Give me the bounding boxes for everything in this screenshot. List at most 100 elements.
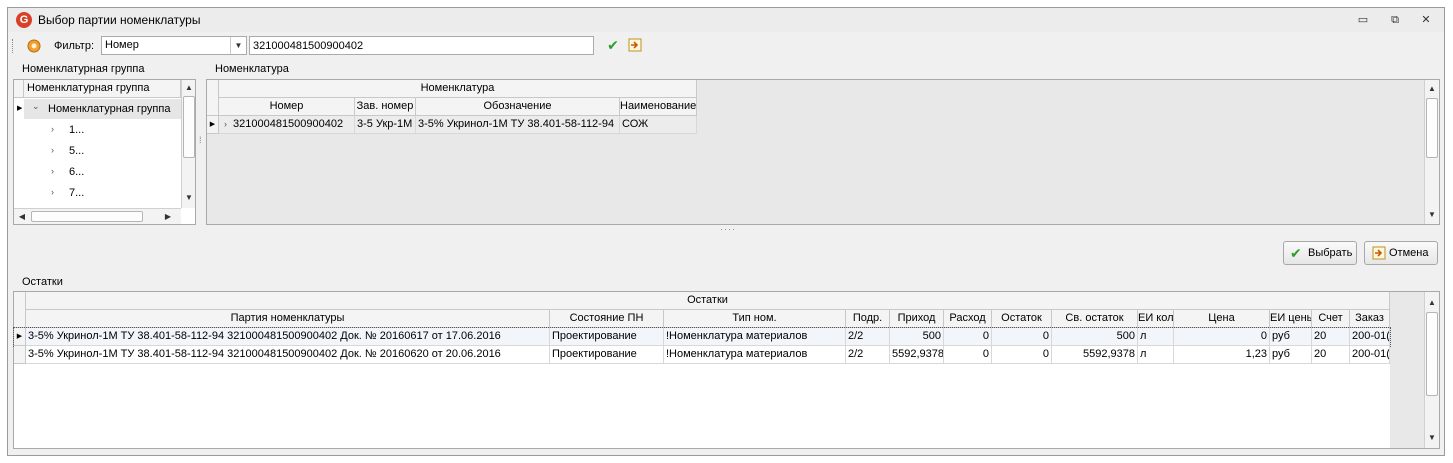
filter-value-input[interactable]: [249, 36, 594, 55]
expand-icon[interactable]: ›: [51, 166, 54, 176]
chevron-down-icon[interactable]: ▼: [230, 37, 246, 54]
tree-node-root[interactable]: ⌄ Номенклатурная группа: [24, 99, 181, 119]
scroll-down-icon[interactable]: ▼: [1426, 210, 1438, 220]
cell-account: 20: [1312, 328, 1350, 346]
expand-icon[interactable]: ›: [224, 119, 227, 129]
column-header[interactable]: Расход: [944, 310, 992, 328]
row-indicator-icon: ▶: [207, 116, 219, 134]
filter-field-select[interactable]: Номер ▼: [101, 36, 247, 55]
stock-panel-title: Остатки: [22, 276, 63, 288]
column-header[interactable]: Счет: [1312, 310, 1350, 328]
toolbar-grip[interactable]: [12, 39, 15, 53]
cell-price-unit: руб: [1270, 346, 1312, 364]
filter-label: Фильтр:: [54, 40, 95, 52]
table-row[interactable]: ▶ 3-5% Укринол-1М ТУ 38.401-58-112-94 32…: [13, 327, 1391, 347]
cancel-button-label: Отмена: [1389, 247, 1429, 259]
cell-expense: 0: [944, 328, 992, 346]
tree-node-label: 7...: [69, 187, 85, 199]
expand-icon[interactable]: ›: [51, 145, 54, 155]
app-logo-icon: G: [16, 12, 32, 28]
cell-price-unit: руб: [1270, 328, 1312, 346]
scroll-thumb[interactable]: [31, 211, 143, 222]
scroll-down-icon[interactable]: ▼: [1426, 433, 1438, 443]
row-indicator-icon: ▶: [17, 105, 23, 112]
scroll-thumb[interactable]: [183, 96, 195, 158]
scroll-up-icon[interactable]: ▲: [1426, 298, 1438, 308]
column-header[interactable]: Приход: [890, 310, 944, 328]
table-row[interactable]: 3-5% Укринол-1М ТУ 38.401-58-112-94 3210…: [14, 346, 1390, 364]
title-bar: G Выбор партии номенклатуры ▭ ⧉ ✕: [8, 8, 1444, 32]
cell-serial: 3-5 Укр-1М: [355, 116, 416, 134]
restore-button[interactable]: ⧉: [1385, 12, 1405, 28]
clear-filter-icon[interactable]: [627, 37, 643, 53]
expand-icon[interactable]: ›: [51, 187, 54, 197]
column-header[interactable]: Состояние ПН: [550, 310, 664, 328]
scroll-thumb[interactable]: [1426, 312, 1438, 396]
nomenclature-band-header: Номенклатура: [219, 80, 697, 98]
stock-vertical-scrollbar[interactable]: ▲ ▼: [1424, 292, 1439, 448]
column-header[interactable]: Номер: [219, 98, 355, 116]
select-button-label: Выбрать: [1308, 247, 1353, 259]
select-button[interactable]: ✔ Выбрать: [1283, 241, 1357, 265]
group-tree-header[interactable]: Номенклатурная группа: [24, 80, 181, 98]
tree-node[interactable]: › 6...: [51, 162, 179, 182]
column-header[interactable]: ЕИ кол: [1138, 310, 1174, 328]
group-vertical-scrollbar[interactable]: ▲ ▼: [181, 80, 195, 208]
group-horizontal-scrollbar[interactable]: ◀ ▶: [14, 208, 181, 224]
cell-batch: 3-5% Укринол-1М ТУ 38.401-58-112-94 3210…: [26, 328, 550, 346]
table-row[interactable]: ▶ › 321000481500900402 3-5 Укр-1М 3-5% Ук…: [207, 116, 697, 134]
scroll-down-icon[interactable]: ▼: [183, 193, 195, 203]
vertical-splitter[interactable]: ⁞: [199, 136, 202, 145]
cell-income: 5592,9378: [890, 346, 944, 364]
column-header[interactable]: Подр.: [846, 310, 890, 328]
column-header[interactable]: Наименование: [620, 98, 697, 116]
filter-settings-icon[interactable]: [25, 38, 43, 54]
tree-node[interactable]: › 7...: [51, 183, 179, 203]
cell-division: 2/2: [846, 346, 890, 364]
nomenclature-panel-title: Номенклатура: [215, 63, 289, 75]
checkmark-icon: ✔: [1290, 245, 1302, 261]
group-tree: Номенклатурная группа ▶ ⌄ Номенклатурная…: [13, 79, 196, 225]
column-header[interactable]: Зав. номер: [355, 98, 416, 116]
scroll-up-icon[interactable]: ▲: [183, 83, 195, 93]
column-header[interactable]: Тип ном.: [664, 310, 846, 328]
column-header[interactable]: Св. остаток: [1052, 310, 1138, 328]
filter-field-value: Номер: [105, 39, 139, 51]
scroll-right-icon[interactable]: ▶: [163, 212, 173, 222]
nomenclature-vertical-scrollbar[interactable]: ▲ ▼: [1424, 80, 1439, 224]
apply-filter-icon[interactable]: ✔: [605, 37, 621, 53]
column-header[interactable]: Партия номенклатуры: [26, 310, 550, 328]
close-button[interactable]: ✕: [1416, 12, 1436, 28]
tree-node-label: 5...: [69, 145, 85, 157]
column-header[interactable]: Заказ: [1350, 310, 1390, 328]
cell-unit: л: [1138, 328, 1174, 346]
cell-unit: л: [1138, 346, 1174, 364]
tree-node[interactable]: › 5...: [51, 141, 179, 161]
scroll-left-icon[interactable]: ◀: [17, 212, 27, 222]
cell-type: !Номенклатура материалов: [664, 346, 846, 364]
horizontal-splitter[interactable]: ····: [720, 224, 736, 234]
dialog-window: G Выбор партии номенклатуры ▭ ⧉ ✕ Фильтр…: [7, 7, 1445, 456]
cell-expense: 0: [944, 346, 992, 364]
minimize-button[interactable]: ▭: [1353, 12, 1373, 28]
cell-price: 0: [1174, 328, 1270, 346]
cell-type: !Номенклатура материалов: [664, 328, 846, 346]
cell-account: 20: [1312, 346, 1350, 364]
cell-division: 2/2: [846, 328, 890, 346]
column-header[interactable]: Остаток: [992, 310, 1052, 328]
cell-state: Проектирование: [550, 346, 664, 364]
scroll-thumb[interactable]: [1426, 98, 1438, 158]
expand-icon[interactable]: ›: [51, 124, 54, 134]
column-header[interactable]: Обозначение: [416, 98, 620, 116]
cancel-button[interactable]: Отмена: [1364, 241, 1438, 265]
scroll-up-icon[interactable]: ▲: [1426, 84, 1438, 94]
cell-designation: 3-5% Укринол-1М ТУ 38.401-58-112-94: [416, 116, 620, 134]
cell-free-balance: 500: [1052, 328, 1138, 346]
column-header[interactable]: Цена: [1174, 310, 1270, 328]
tree-node[interactable]: › 1...: [51, 120, 179, 140]
stock-grid-empty-area: [14, 364, 1390, 448]
collapse-icon[interactable]: ⌄: [32, 101, 40, 112]
cell-price: 1,23: [1174, 346, 1270, 364]
tree-node-label: 6...: [69, 166, 85, 178]
column-header[interactable]: ЕИ цены: [1270, 310, 1312, 328]
